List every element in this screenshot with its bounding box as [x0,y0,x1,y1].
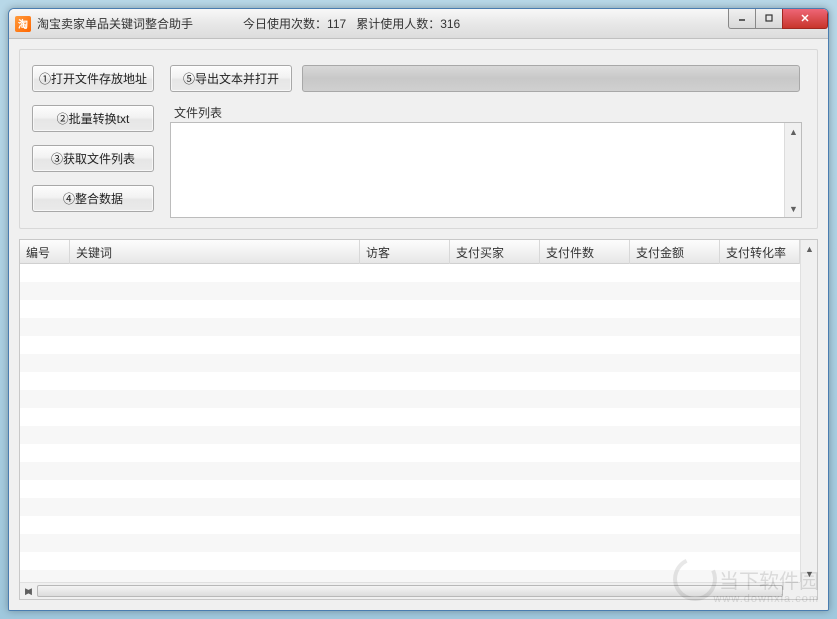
client-area: ①打开文件存放地址 ②批量转换txt ③获取文件列表 ④整合数据 ⑤导出文本并打… [9,39,828,610]
today-value: 117 [327,17,346,31]
scroll-thumb[interactable] [37,585,783,597]
total-value: 316 [440,17,460,31]
total-label: 累计使用人数： [356,17,440,31]
scroll-up-icon[interactable]: ▲ [801,240,818,257]
data-grid: 编号关键词访客支付买家支付件数支付金额支付转化率 ▲ ▼ ◀ ▶ [19,239,818,600]
consolidate-data-button[interactable]: ④整合数据 [32,185,154,212]
batch-convert-txt-button[interactable]: ②批量转换txt [32,105,154,132]
scroll-corner [800,582,817,599]
column-header-amount[interactable]: 支付金额 [630,240,720,264]
main-window: 淘 淘宝卖家单品关键词整合助手 今日使用次数：117 累计使用人数：316 ①打… [8,8,829,611]
window-controls [729,9,828,29]
file-list-scrollbar[interactable]: ▲ ▼ [784,123,801,217]
grid-header: 编号关键词访客支付买家支付件数支付金额支付转化率 [20,240,800,264]
file-list-textarea[interactable]: ▲ ▼ [170,122,802,218]
minimize-button[interactable] [728,9,756,29]
grid-body[interactable] [20,264,800,582]
close-button[interactable] [782,9,828,29]
column-header-visitors[interactable]: 访客 [360,240,450,264]
column-header-cvr[interactable]: 支付转化率 [720,240,800,264]
usage-stats: 今日使用次数：117 累计使用人数：316 [243,15,460,32]
column-header-items[interactable]: 支付件数 [540,240,630,264]
app-icon: 淘 [15,16,31,32]
today-label: 今日使用次数： [243,17,327,31]
column-header-buyers[interactable]: 支付买家 [450,240,540,264]
file-list-label: 文件列表 [174,104,222,121]
scroll-right-icon[interactable]: ▶ [20,583,37,600]
scroll-down-icon[interactable]: ▼ [785,200,802,217]
grid-vertical-scrollbar[interactable]: ▲ ▼ [800,240,817,582]
scroll-up-icon[interactable]: ▲ [785,123,802,140]
maximize-button[interactable] [755,9,783,29]
export-text-open-button[interactable]: ⑤导出文本并打开 [170,65,292,92]
top-panel: ①打开文件存放地址 ②批量转换txt ③获取文件列表 ④整合数据 ⑤导出文本并打… [19,49,818,229]
window-title: 淘宝卖家单品关键词整合助手 [37,15,193,32]
open-folder-button[interactable]: ①打开文件存放地址 [32,65,154,92]
column-header-keyword[interactable]: 关键词 [70,240,360,264]
progress-bar [302,65,800,92]
get-file-list-button[interactable]: ③获取文件列表 [32,145,154,172]
grid-horizontal-scrollbar[interactable]: ◀ ▶ [20,582,800,599]
scroll-down-icon[interactable]: ▼ [801,565,818,582]
titlebar[interactable]: 淘 淘宝卖家单品关键词整合助手 今日使用次数：117 累计使用人数：316 [9,9,828,39]
column-header-num[interactable]: 编号 [20,240,70,264]
